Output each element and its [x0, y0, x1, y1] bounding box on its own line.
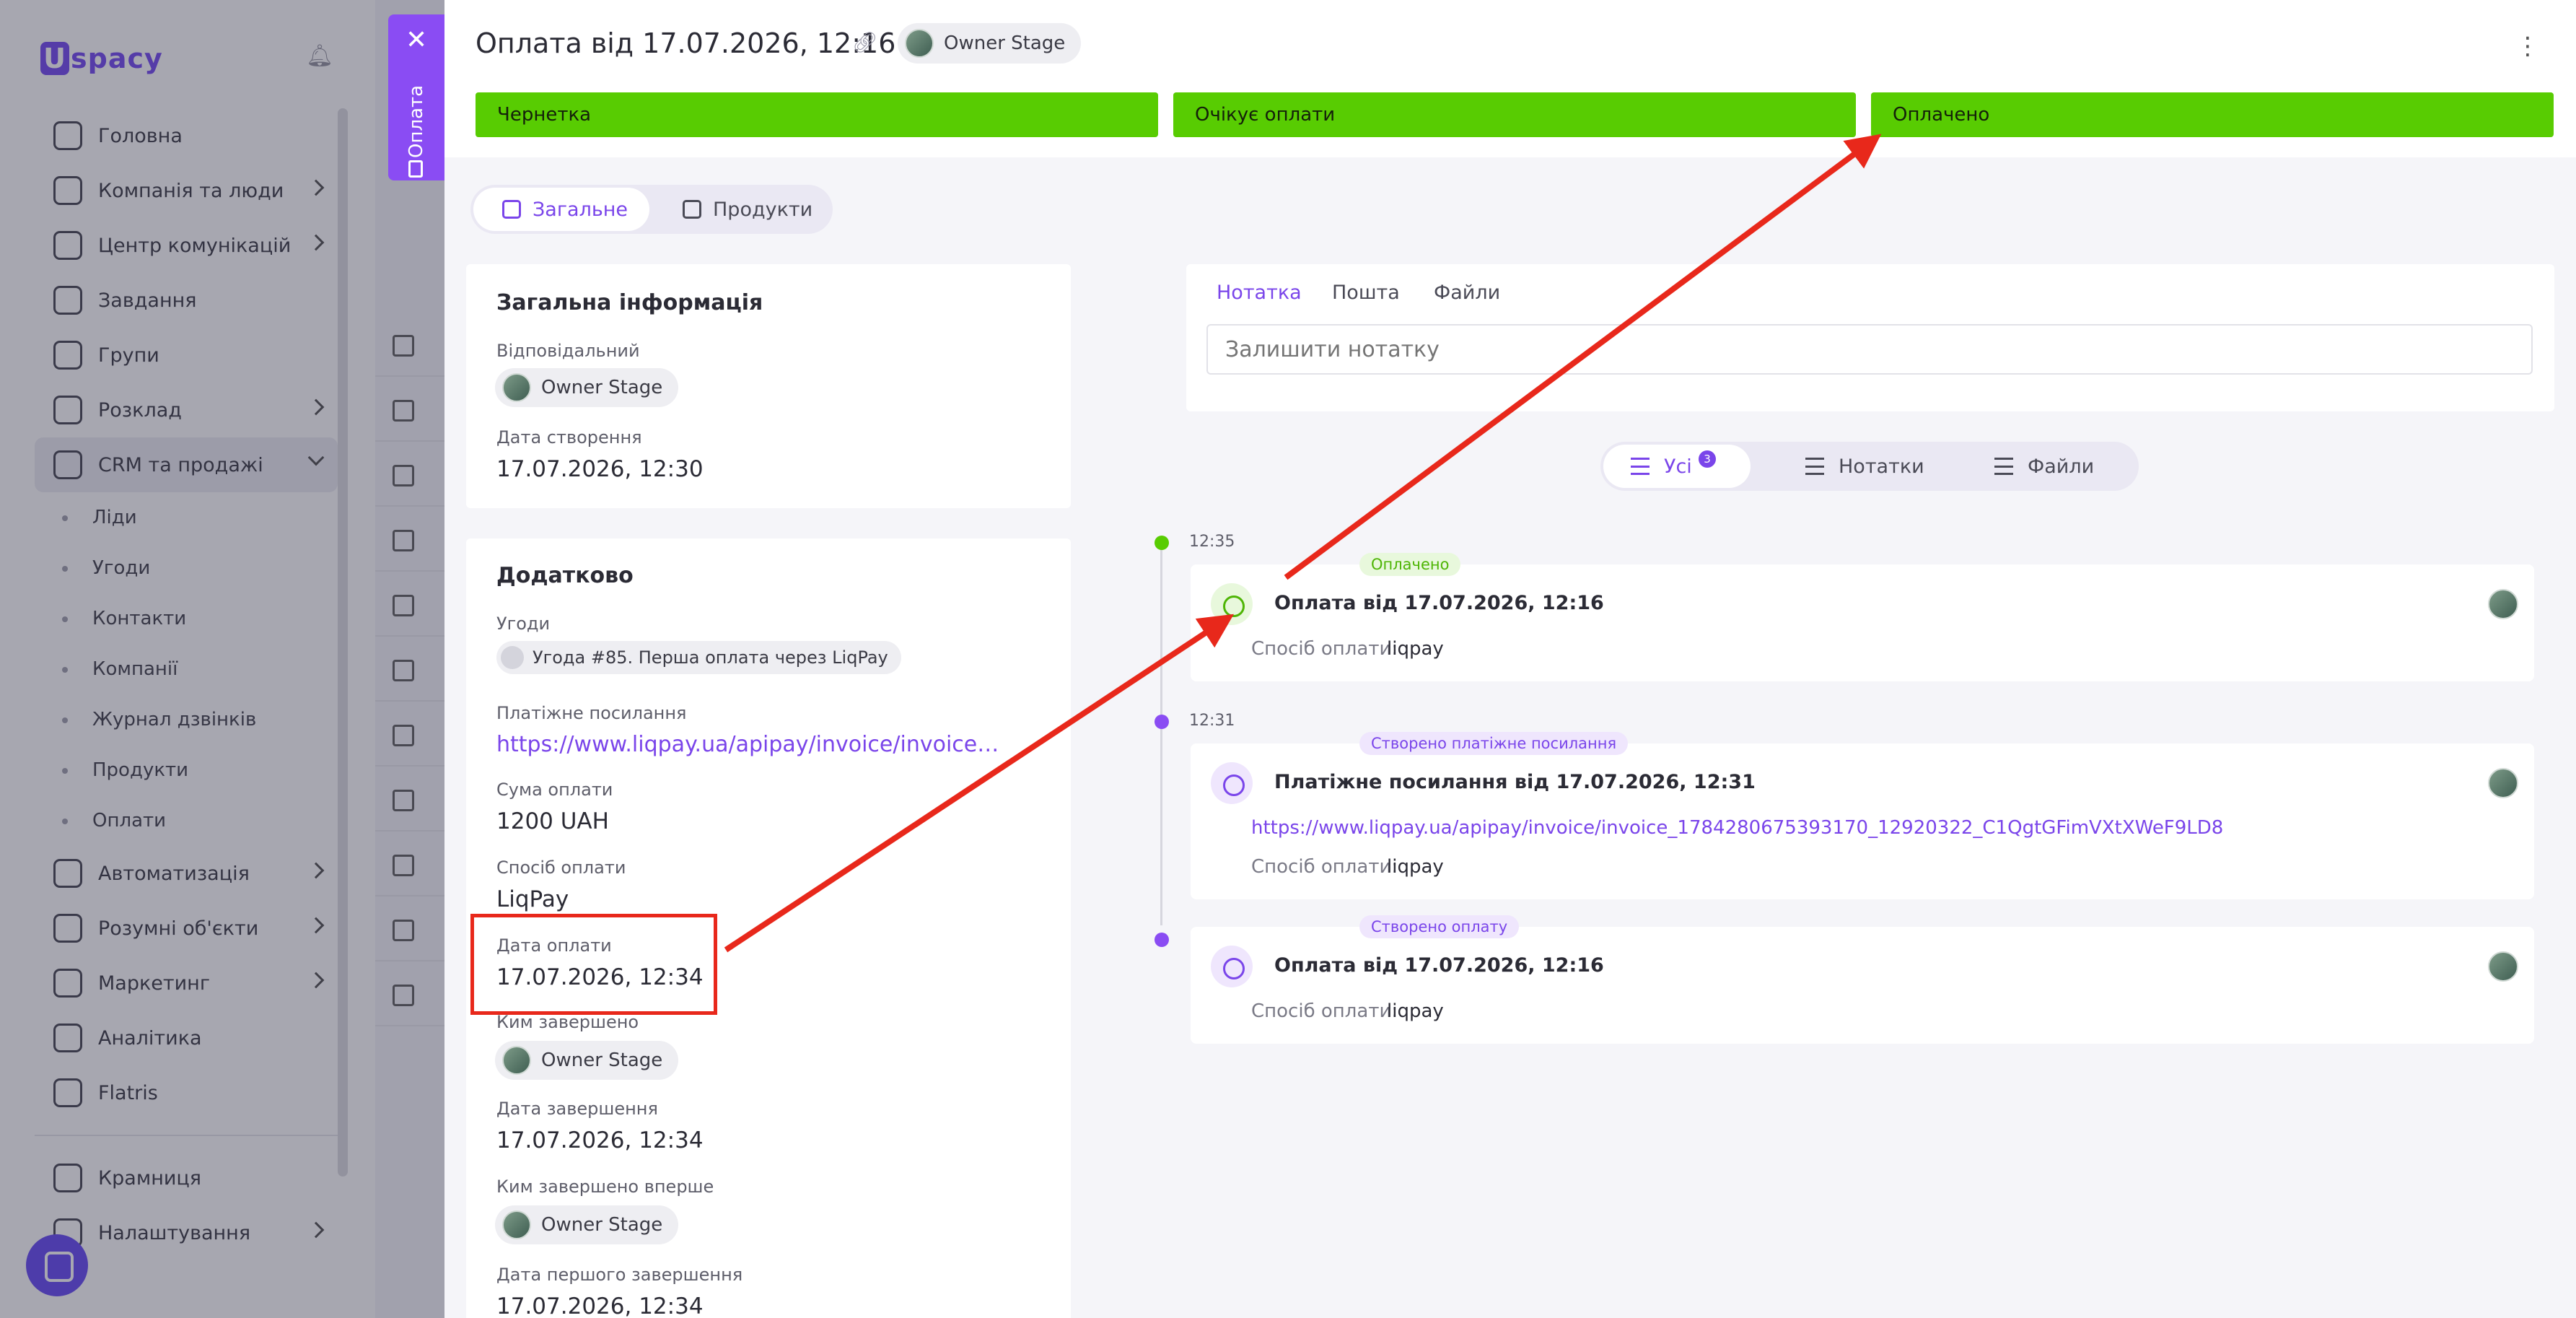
page-title: Оплата від 17.07.2026, 12:16: [476, 27, 896, 59]
avatar: [502, 373, 531, 402]
completed-by-label: Ким завершено: [496, 1012, 639, 1032]
comment-icon: [1805, 458, 1824, 475]
event-method-value: liqpay: [1387, 638, 1444, 660]
event-method-label: Спосіб оплати:: [1251, 856, 1398, 878]
filter-notes[interactable]: Нотатки: [1778, 445, 1944, 488]
created-value: 17.07.2026, 12:30: [496, 456, 704, 482]
payment-side-tab[interactable]: ✕ Оплата: [388, 14, 444, 180]
event-method-label: Спосіб оплати:: [1251, 1000, 1398, 1022]
panel-header: Оплата від 17.07.2026, 12:16 🔗︎ Owner St…: [444, 0, 2576, 157]
event-title: Платіжне посилання від 17.07.2026, 12:31: [1274, 771, 1756, 793]
link-icon[interactable]: 🔗︎: [852, 32, 878, 53]
general-info-card: Загальна інформація Відповідальний Owner…: [466, 264, 1071, 508]
side-tab-label: Оплата: [406, 84, 427, 158]
pay-link[interactable]: https://www.liqpay.ua/apipay/invoice/inv…: [496, 732, 1006, 757]
filter-files[interactable]: Файли: [1967, 445, 2133, 488]
event-tag: Оплачено: [1359, 553, 1461, 576]
first-completed-date-label: Дата першого завершення: [496, 1265, 743, 1285]
deal-icon: [501, 646, 524, 669]
tab-products[interactable]: Продукти: [654, 188, 830, 231]
first-completed-by-chip[interactable]: Owner Stage: [495, 1205, 679, 1244]
first-completed-by-label: Ким завершено вперше: [496, 1177, 714, 1197]
timeline-time: 12:35: [1189, 533, 1235, 551]
event-title: Оплата від 17.07.2026, 12:16: [1274, 592, 1604, 614]
payment-icon: [1211, 946, 1253, 987]
payment-panel: Оплата від 17.07.2026, 12:16 🔗︎ Owner St…: [444, 0, 2576, 1318]
event-pay-link[interactable]: https://www.liqpay.ua/apipay/invoice/inv…: [1251, 817, 2223, 839]
card-title: Додатково: [496, 563, 634, 588]
created-label: Дата створення: [496, 427, 642, 448]
avatar: [502, 1046, 531, 1075]
payment-icon: [1211, 583, 1253, 625]
completed-date-value: 17.07.2026, 12:34: [496, 1127, 704, 1153]
timeline-dot: [1155, 715, 1169, 729]
tab-note[interactable]: Нотатка: [1217, 282, 1302, 304]
tab-general[interactable]: Загальне: [473, 188, 649, 231]
responsible-chip[interactable]: Owner Stage: [495, 368, 679, 407]
completed-by-chip[interactable]: Owner Stage: [495, 1041, 679, 1080]
avatar: [502, 1210, 531, 1239]
event-tag: Створено оплату: [1359, 915, 1520, 938]
feed-filters: Усі 3 Нотатки Файли: [1600, 442, 2139, 491]
event-method-label: Спосіб оплати:: [1251, 638, 1398, 660]
timeline-time: 12:31: [1189, 712, 1235, 730]
file-icon: [1994, 458, 2013, 475]
tab-mail[interactable]: Пошта: [1332, 282, 1400, 304]
list-icon: [502, 200, 521, 219]
event-title: Оплата від 17.07.2026, 12:16: [1274, 954, 1604, 977]
view-tabs: Загальне Продукти: [470, 185, 833, 234]
tab-files[interactable]: Файли: [1434, 282, 1500, 304]
timeline-line: [1160, 543, 1162, 925]
stage-draft[interactable]: Чернетка: [476, 92, 1158, 137]
avatar: [2488, 589, 2518, 619]
event-method-value: liqpay: [1387, 1000, 1444, 1022]
stage-paid[interactable]: Оплачено: [1871, 92, 2554, 137]
deals-label: Угоди: [496, 614, 551, 634]
count-badge: 3: [1699, 450, 1716, 468]
timeline-event-paid[interactable]: Оплачено Оплата від 17.07.2026, 12:16 Сп…: [1191, 553, 2534, 681]
avatar: [2488, 768, 2518, 798]
filter-all[interactable]: Усі 3: [1603, 445, 1751, 488]
event-tag: Створено платіжне посилання: [1359, 732, 1629, 755]
timeline-event-payment-created[interactable]: Створено оплату Оплата від 17.07.2026, 1…: [1191, 915, 2534, 1044]
timeline-event-link-created[interactable]: Створено платіжне посилання Платіжне пос…: [1191, 732, 2534, 899]
owner-chip[interactable]: Owner Stage: [898, 23, 1082, 64]
list-icon: [1631, 458, 1650, 475]
timeline-dot: [1155, 536, 1169, 550]
stage-awaiting-payment[interactable]: Очікує оплати: [1173, 92, 1856, 137]
highlight-box: [470, 914, 717, 1015]
completed-date-label: Дата завершення: [496, 1099, 658, 1119]
avatar: [2488, 951, 2518, 982]
amount-value: 1200 UAH: [496, 808, 609, 834]
amount-label: Сума оплати: [496, 780, 613, 800]
close-icon[interactable]: ✕: [406, 27, 427, 53]
method-label: Спосіб оплати: [496, 857, 626, 878]
pay-link-label: Платіжне посилання: [496, 703, 687, 723]
timeline-dot: [1155, 933, 1169, 947]
deal-chip[interactable]: Угода #85. Перша оплата через LiqPay: [496, 641, 901, 674]
more-menu-icon[interactable]: ⋮: [2515, 32, 2540, 61]
box-icon: [683, 200, 701, 219]
event-method-value: liqpay: [1387, 856, 1444, 878]
link-icon: [1211, 762, 1253, 804]
avatar: [905, 29, 934, 58]
method-value: LiqPay: [496, 886, 569, 912]
first-completed-date-value: 17.07.2026, 12:34: [496, 1293, 704, 1318]
responsible-label: Відповідальний: [496, 341, 640, 361]
note-input[interactable]: [1206, 324, 2533, 375]
document-icon: [408, 160, 423, 178]
card-title: Загальна інформація: [496, 290, 763, 315]
